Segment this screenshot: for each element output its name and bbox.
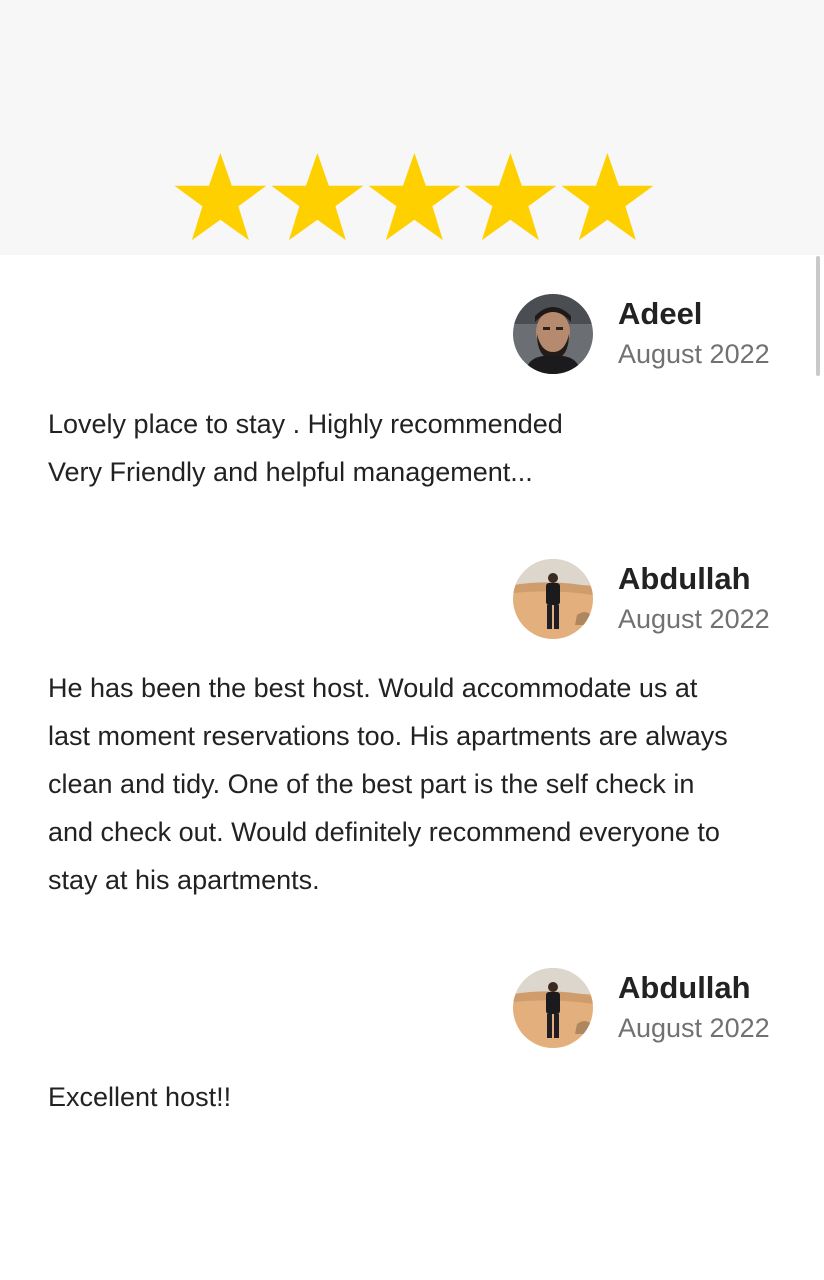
reviewer-photo — [513, 968, 593, 1048]
reviewer-name: Abdullah — [618, 970, 751, 1005]
avatar[interactable] — [513, 968, 593, 1048]
avatar[interactable] — [513, 294, 593, 374]
review-text: Excellent host!! — [48, 1082, 232, 1112]
reviewer-name: Adeel — [618, 296, 703, 331]
reviewer-info: Abdullah August 2022 — [513, 558, 770, 640]
star-rating — [172, 150, 656, 250]
review-text: He has been the best host. Would accommo… — [48, 673, 728, 895]
reviewer-info: Abdullah August 2022 — [513, 967, 770, 1049]
reviewer-info: Adeel August 2022 — [513, 293, 770, 375]
star-icon — [271, 153, 364, 241]
review-date: August 2022 — [618, 604, 770, 634]
star-icon — [368, 153, 460, 241]
reviewer-photo — [513, 559, 593, 639]
star-icon — [561, 153, 654, 241]
rating-header — [0, 0, 824, 255]
star-icon — [174, 153, 267, 241]
reviewer-name: Abdullah — [618, 561, 751, 596]
reviewer-photo — [513, 294, 593, 374]
review-text: Lovely place to stay . Highly recommende… — [48, 409, 563, 487]
star-icon — [464, 153, 557, 241]
avatar[interactable] — [513, 559, 593, 639]
scrollbar[interactable] — [816, 256, 820, 376]
review-date: August 2022 — [618, 1013, 770, 1043]
review-date: August 2022 — [618, 339, 770, 369]
